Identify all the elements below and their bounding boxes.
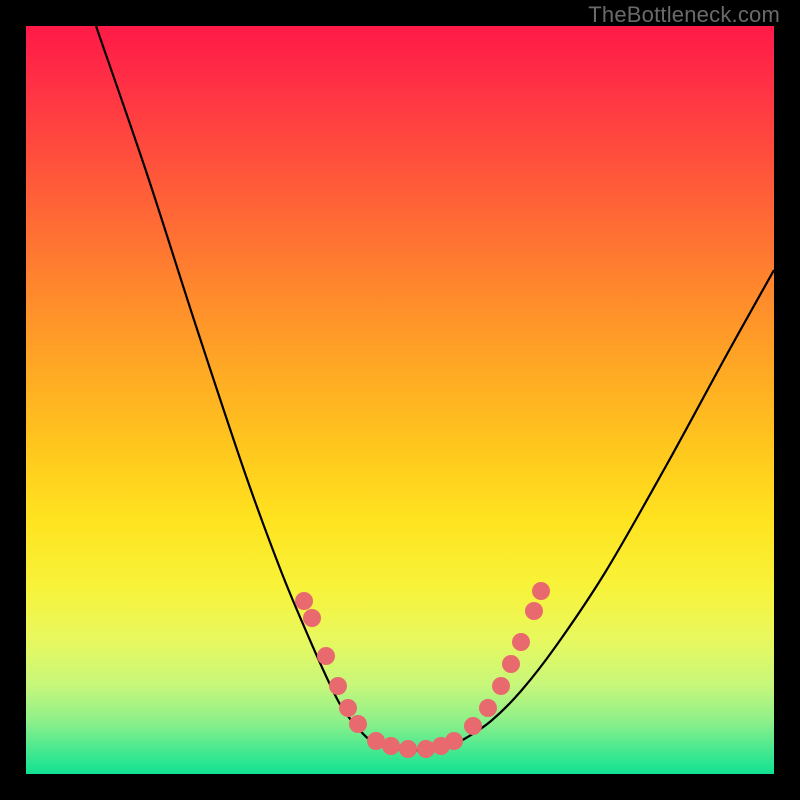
data-dot [479, 699, 497, 717]
data-dot [399, 740, 417, 758]
data-dot [492, 677, 510, 695]
data-dot [349, 715, 367, 733]
data-dot [303, 609, 321, 627]
data-dot [382, 737, 400, 755]
plot-area [26, 26, 774, 774]
chart-frame: TheBottleneck.com [0, 0, 800, 800]
data-dot [532, 582, 550, 600]
curve-layer [26, 26, 774, 774]
data-dot [512, 633, 530, 651]
data-dot [464, 717, 482, 735]
bottleneck-curve [96, 26, 774, 750]
data-dot [445, 732, 463, 750]
data-dot [329, 677, 347, 695]
data-dot [525, 602, 543, 620]
data-dot [317, 647, 335, 665]
data-dot [502, 655, 520, 673]
data-dots [295, 582, 550, 758]
data-dot [417, 740, 435, 758]
data-dot [295, 592, 313, 610]
data-dot [339, 699, 357, 717]
watermark-label: TheBottleneck.com [588, 2, 780, 28]
